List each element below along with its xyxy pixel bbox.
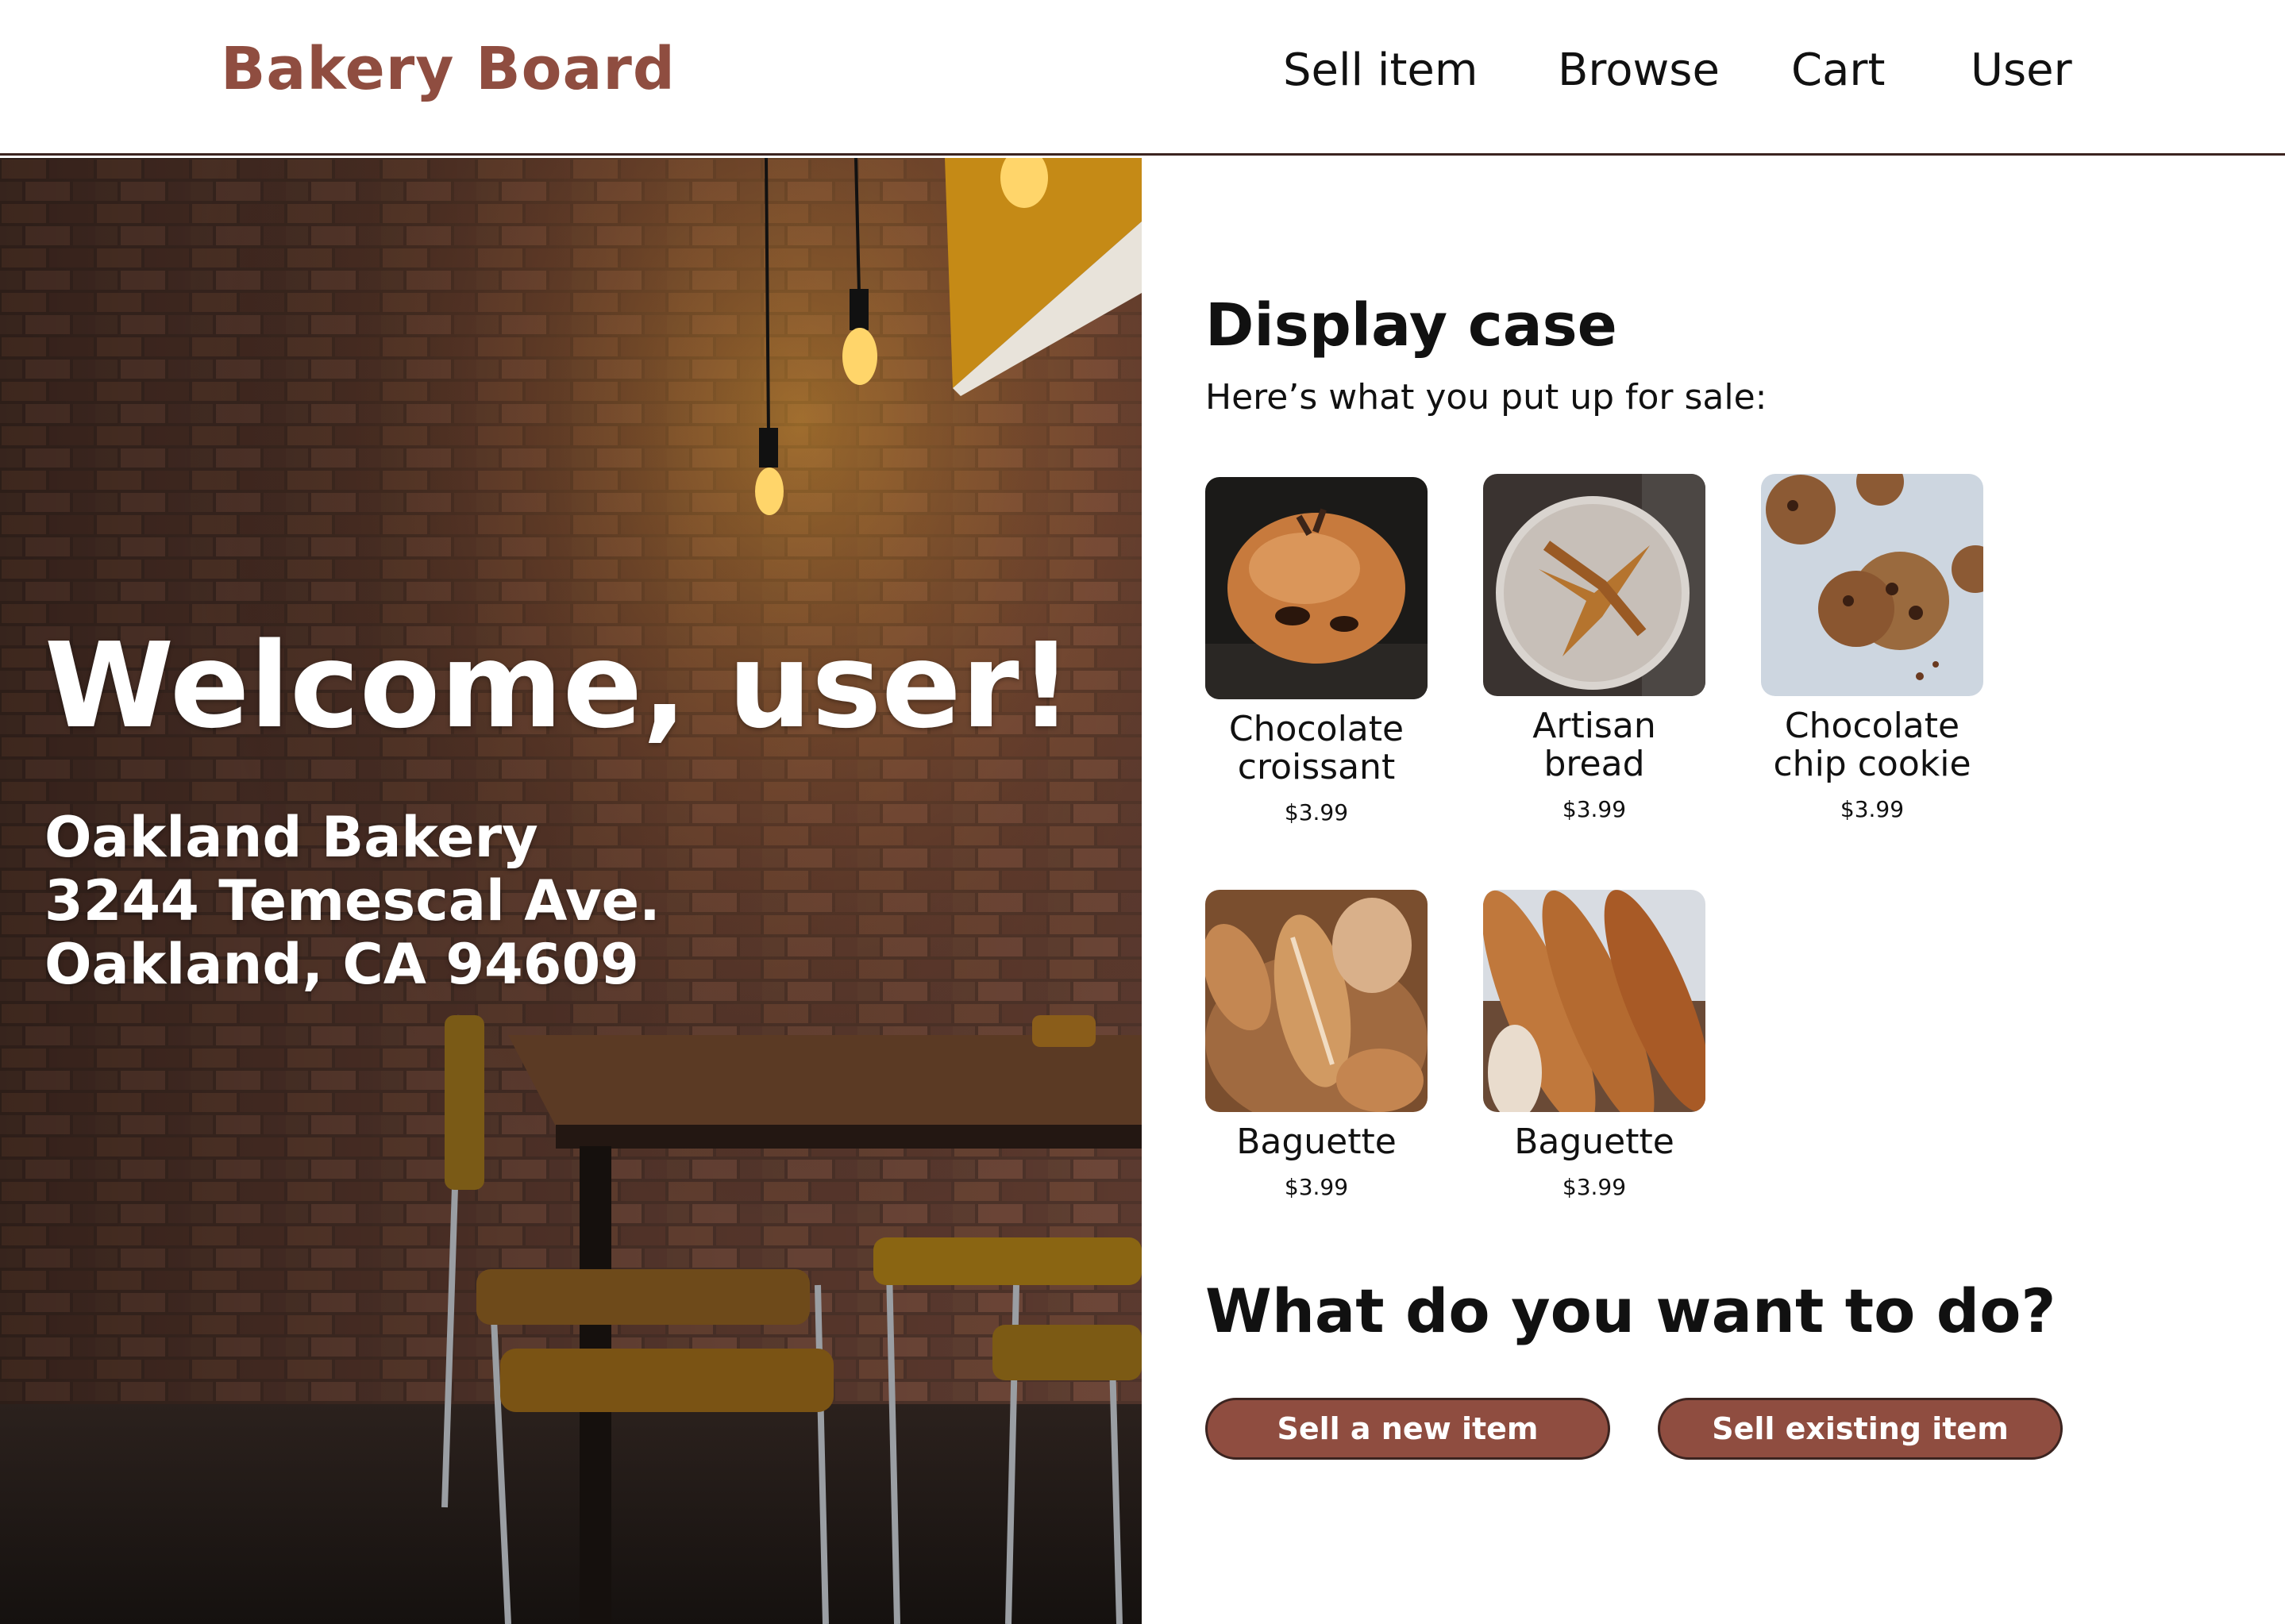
welcome-heading: Welcome, user!: [44, 618, 1073, 754]
cookies-photo: [1761, 474, 1983, 696]
product-price: $3.99: [1562, 796, 1627, 822]
product-card[interactable]: Baguette $3.99: [1205, 890, 1428, 1200]
main-nav: Sell item Browse Cart User: [0, 44, 2285, 108]
bread-loaf-photo: [1483, 474, 1705, 696]
sell-existing-item-button[interactable]: Sell existing item: [1658, 1398, 2063, 1460]
bread-basket-photo: [1205, 890, 1428, 1112]
product-name-line2: chip cookie: [1773, 744, 1971, 784]
hero-section: Welcome, user! Oakland Bakery 3244 Temes…: [0, 158, 1142, 1624]
product-name-line1: Chocolate: [1784, 706, 1960, 746]
product-name-line1: Baguette: [1236, 1122, 1397, 1162]
sell-new-item-button[interactable]: Sell a new item: [1205, 1398, 1610, 1460]
product-name-line1: Baguette: [1514, 1122, 1674, 1162]
product-price: $3.99: [1284, 799, 1349, 825]
bakery-city: Oakland, CA 94609: [44, 932, 639, 997]
product-name-line1: Artisan: [1532, 706, 1656, 746]
display-case-subtitle: Here’s what you put up for sale:: [1205, 377, 1767, 418]
nav-sell-item[interactable]: Sell item: [1283, 44, 1478, 96]
product-name-line2: croissant: [1237, 747, 1396, 787]
top-navbar: Bakery Board Sell item Browse Cart User: [0, 0, 2285, 156]
bakery-street: 3244 Temescal Ave.: [44, 868, 661, 933]
product-name-line2: bread: [1543, 744, 1645, 784]
croissant-photo: [1205, 477, 1428, 699]
nav-cart[interactable]: Cart: [1791, 44, 1885, 96]
bakery-address: Oakland Bakery 3244 Temescal Ave. Oaklan…: [44, 806, 661, 996]
product-name: Chocolate croissant: [1205, 710, 1428, 787]
product-name: Baguette: [1483, 1123, 1705, 1161]
product-price: $3.99: [1284, 1174, 1349, 1200]
app-page: Bakery Board Sell item Browse Cart User: [0, 0, 2285, 1624]
actions-title: What do you want to do?: [1205, 1276, 2056, 1346]
product-card[interactable]: Baguette $3.99: [1483, 890, 1705, 1200]
product-name-line1: Chocolate: [1228, 709, 1405, 749]
product-price: $3.99: [1840, 796, 1905, 822]
display-case-panel: Display case Here’s what you put up for …: [1142, 158, 2285, 1624]
product-name: Chocolate chip cookie: [1761, 707, 1983, 783]
bakery-name: Oakland Bakery: [44, 805, 538, 870]
product-price: $3.99: [1562, 1174, 1627, 1200]
product-card[interactable]: Chocolate croissant $3.99: [1205, 477, 1428, 825]
baguettes-photo: [1483, 890, 1705, 1112]
product-name: Baguette: [1205, 1123, 1428, 1161]
product-name: Artisan bread: [1483, 707, 1705, 783]
display-case-title: Display case: [1205, 291, 1617, 360]
nav-user[interactable]: User: [1971, 44, 2072, 96]
product-card[interactable]: Artisan bread $3.99: [1483, 474, 1705, 822]
nav-browse[interactable]: Browse: [1558, 44, 1720, 96]
product-card[interactable]: Chocolate chip cookie $3.99: [1761, 474, 1983, 822]
